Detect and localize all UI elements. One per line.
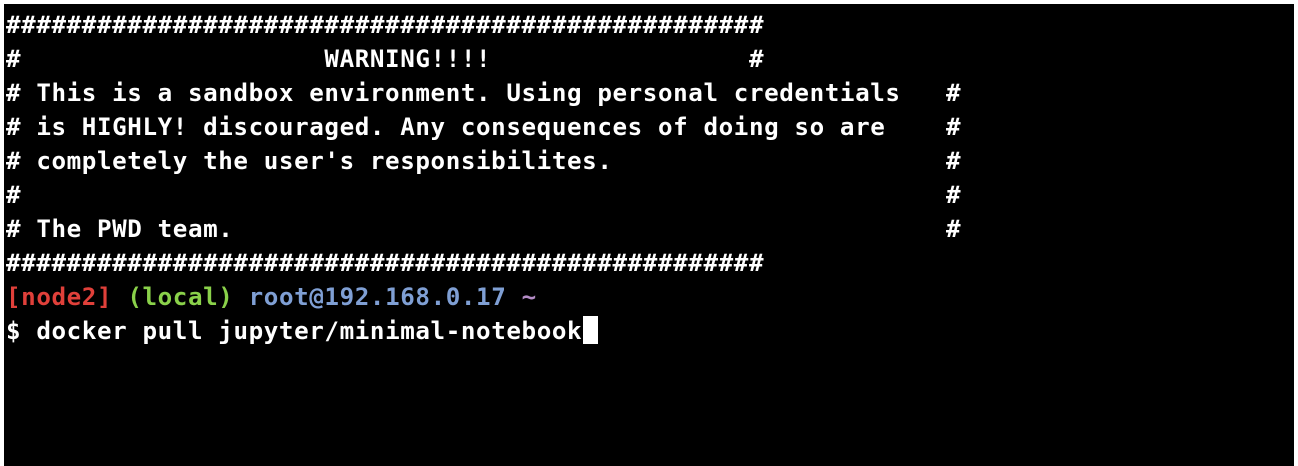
banner-signature: # The PWD team. # bbox=[6, 215, 962, 243]
prompt-path: ~ bbox=[521, 283, 537, 311]
prompt-info-line: [node2] (local) root@192.168.0.17 ~ bbox=[6, 280, 961, 314]
banner-line: # This is a sandbox environment. Using p… bbox=[6, 79, 962, 107]
terminal-screen: ########################################… bbox=[6, 8, 961, 348]
text-cursor bbox=[583, 316, 599, 344]
banner-line: # completely the user's responsibilites.… bbox=[6, 147, 962, 175]
command-line[interactable]: $ docker pull jupyter/minimal-notebook bbox=[6, 314, 961, 348]
banner-border-top: ########################################… bbox=[6, 11, 765, 39]
banner-border-bottom: ########################################… bbox=[6, 249, 765, 277]
prompt-node: [node2] bbox=[6, 283, 113, 311]
prompt-mode: (local) bbox=[127, 283, 234, 311]
banner-warning-title: # WARNING!!!! # bbox=[6, 45, 765, 73]
terminal-window[interactable]: ########################################… bbox=[4, 4, 1294, 466]
prompt-user-host: root@192.168.0.17 bbox=[248, 283, 507, 311]
banner-blank-line: # # bbox=[6, 181, 962, 209]
command-input[interactable]: docker pull jupyter/minimal-notebook bbox=[36, 317, 582, 345]
prompt-symbol: $ bbox=[6, 317, 22, 345]
banner-line: # is HIGHLY! discouraged. Any consequenc… bbox=[6, 113, 962, 141]
